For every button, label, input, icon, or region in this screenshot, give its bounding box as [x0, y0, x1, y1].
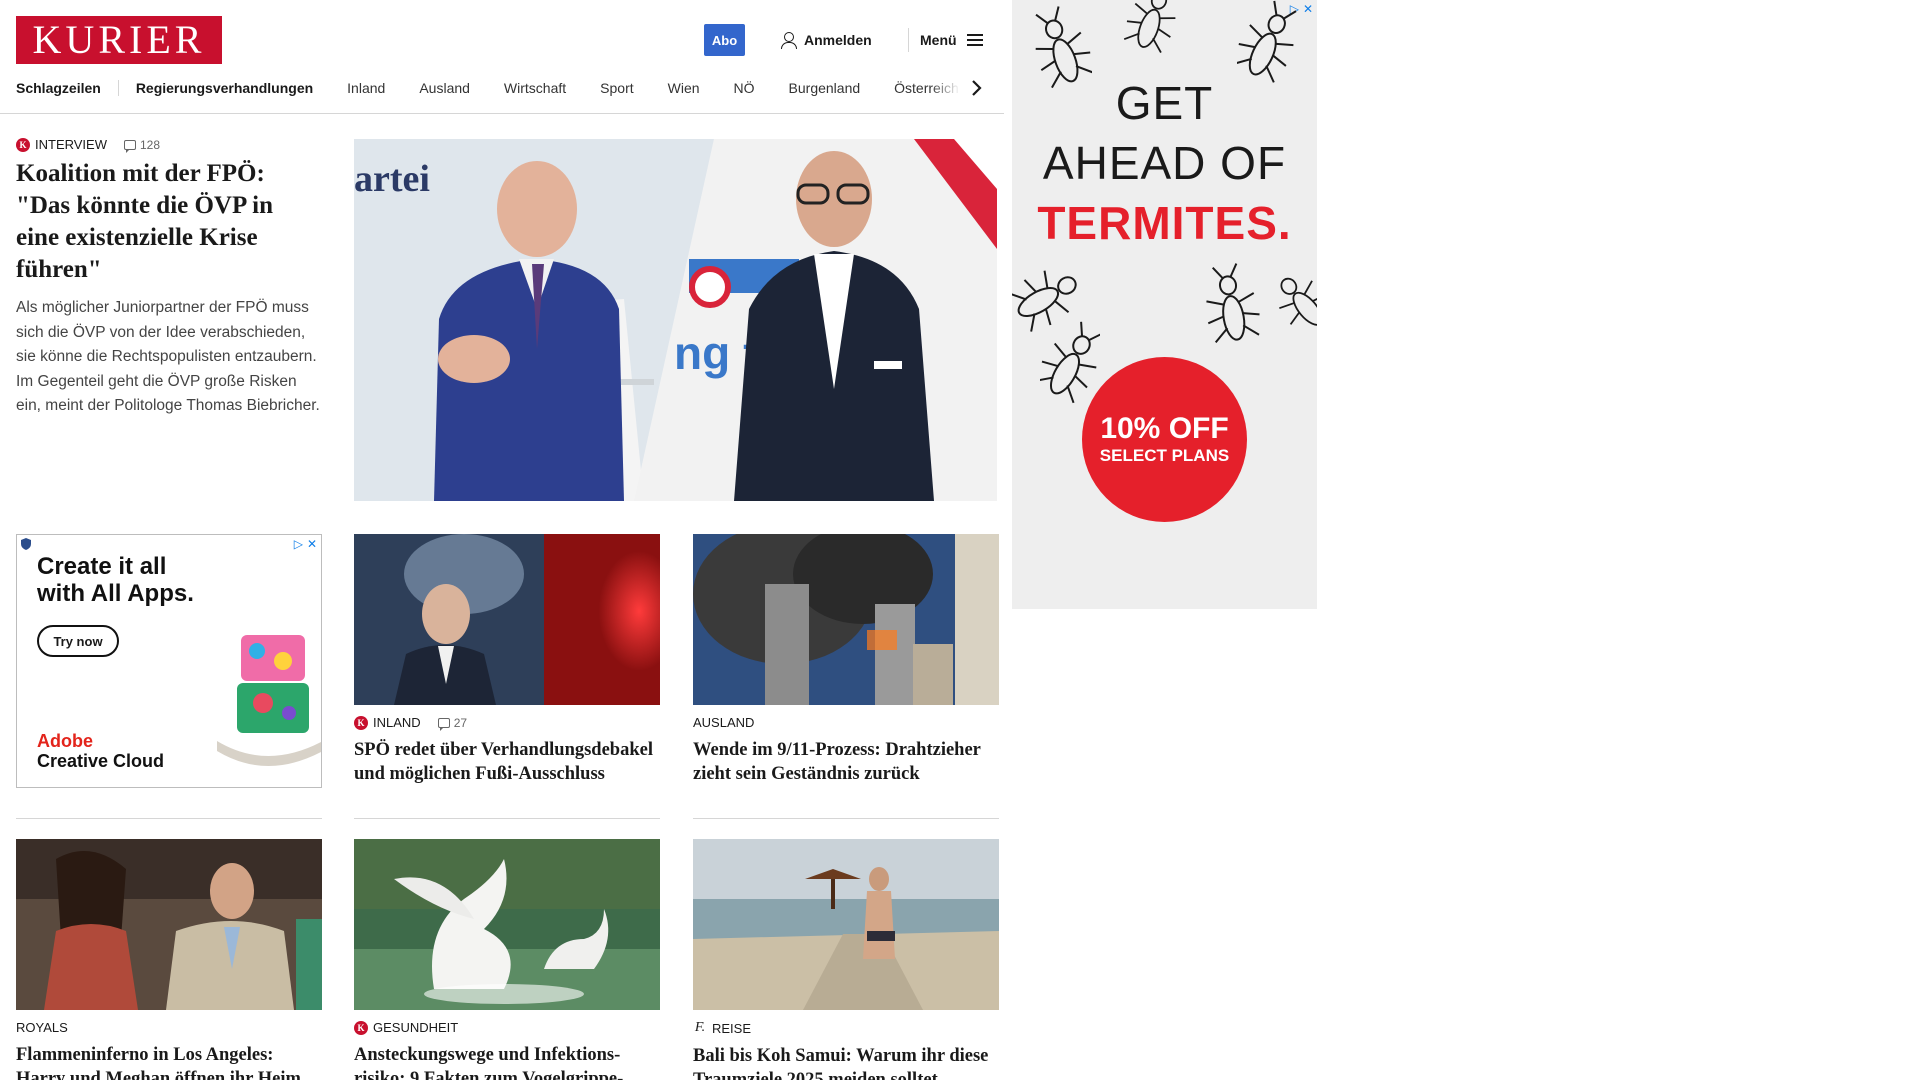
article-meta: ROYALS — [16, 1020, 322, 1035]
adobe-brand-1: Adobe — [37, 731, 93, 751]
termite-line-3: TERMITES. — [1037, 197, 1292, 249]
kurier-plus-icon: K — [354, 1020, 368, 1035]
article-image[interactable] — [16, 839, 322, 1010]
adchoices-icon[interactable]: ▷ — [294, 537, 303, 551]
abo-button[interactable]: Abo — [704, 24, 745, 56]
lead-article[interactable]: K INTERVIEW 128 Koalition mit der FPÖ: "… — [16, 137, 322, 419]
lead-comments[interactable]: 128 — [124, 137, 161, 153]
divider — [693, 818, 999, 819]
divider — [354, 818, 660, 819]
article-image[interactable] — [693, 839, 999, 1010]
article-headline[interactable]: Bali bis Koh Samui: Warum ihr diese Trau… — [693, 1044, 999, 1080]
article-image[interactable] — [354, 534, 660, 705]
login-button[interactable]: Anmelden — [780, 24, 872, 56]
login-label: Anmelden — [804, 32, 872, 48]
article-card-spoe[interactable]: K INLAND 27 SPÖ redet über Verhandlungsd… — [354, 534, 660, 786]
article-headline[interactable]: Flammeninferno in Los Angeles: Harry und… — [16, 1043, 322, 1080]
adobe-ad[interactable]: ▷ ✕ Create it all with All Apps. Try now… — [16, 534, 322, 788]
termite-icon — [1123, 0, 1176, 54]
article-section: AUSLAND — [693, 715, 755, 730]
discount-plans: SELECT PLANS — [1099, 445, 1230, 465]
hamburger-icon — [966, 34, 983, 46]
menu-label: Menü — [920, 32, 957, 48]
shield-icon — [21, 538, 31, 550]
lead-comment-count: 128 — [140, 137, 161, 152]
freizeit-icon: f. — [694, 1020, 706, 1035]
termite-icon — [1206, 263, 1260, 343]
adobe-brand-2: Creative Cloud — [37, 751, 165, 771]
kurier-plus-icon: K — [16, 137, 30, 152]
adobe-headline-2: with All Apps. — [37, 580, 194, 607]
article-headline[interactable]: Ansteckungswege und Infektions­risiko: 9… — [354, 1043, 660, 1080]
article-section: GESUNDHEIT — [373, 1020, 459, 1035]
article-card-royals[interactable]: ROYALS Flammeninferno in Los Angeles: Ha… — [16, 839, 322, 1080]
nav-item-wien[interactable]: Wien — [668, 80, 734, 96]
discount-offer: 10% OFF — [1100, 411, 1229, 445]
teacup-illustration — [217, 635, 321, 766]
menu-button[interactable]: Menü — [920, 24, 983, 56]
kurier-plus-icon: K — [354, 715, 368, 730]
termite-line-2: AHEAD OF — [1042, 137, 1287, 189]
nav-item-schlagzeilen[interactable]: Schlagzeilen — [16, 80, 119, 96]
user-icon — [780, 32, 797, 49]
discount-badge[interactable]: 10% OFF SELECT PLANS — [1082, 357, 1247, 522]
article-image[interactable] — [354, 839, 660, 1010]
termite-ad[interactable]: ▷ ✕ GET AHEAD OF TERMITES. 10% OFF SELEC… — [1012, 0, 1317, 609]
nav-item-inland[interactable]: Inland — [347, 80, 419, 96]
kurier-logo[interactable]: KURIER — [16, 16, 222, 64]
article-meta: K GESUNDHEIT — [354, 1020, 660, 1035]
article-headline[interactable]: Wende im 9/11-Prozess: Drahtzie­her zieh… — [693, 738, 999, 786]
lead-image[interactable]: artei ng fü — [354, 139, 997, 501]
try-now-button[interactable]: Try now — [37, 625, 119, 657]
nav-item-ausland[interactable]: Ausland — [419, 80, 504, 96]
nav-item-sport[interactable]: Sport — [600, 80, 667, 96]
article-section: REISE — [712, 1020, 752, 1036]
lead-headline[interactable]: Koalition mit der FPÖ: "Das könnte die Ö… — [16, 158, 322, 286]
article-card-911[interactable]: AUSLAND Wende im 9/11-Prozess: Drahtzie­… — [693, 534, 999, 786]
termite-line-1: GET — [1115, 77, 1214, 129]
article-section: INLAND — [373, 715, 421, 730]
article-section: ROYALS — [16, 1020, 68, 1035]
logo-text: KURIER — [32, 17, 206, 62]
close-icon[interactable]: ✕ — [1303, 2, 1313, 16]
nav-item-noe[interactable]: NÖ — [734, 80, 789, 96]
lead-teaser: Als möglicher Juniorpartner der FPÖ muss… — [16, 299, 320, 414]
article-meta: f. REISE — [693, 1020, 999, 1036]
article-image[interactable] — [693, 534, 999, 705]
article-meta: K INLAND 27 — [354, 715, 660, 731]
article-card-vogelgrippe[interactable]: K GESUNDHEIT Ansteckungswege und Infekti… — [354, 839, 660, 1080]
divider — [16, 818, 322, 819]
nav-item-regierungsverhandlungen[interactable]: Regierungsverhandlungen — [136, 80, 347, 96]
adobe-headline-1: Create it all — [37, 553, 167, 580]
comment-icon — [437, 717, 450, 731]
article-card-reise[interactable]: f. REISE Bali bis Koh Samui: Warum ihr d… — [693, 839, 999, 1080]
lead-meta: K INTERVIEW 128 — [16, 137, 322, 153]
termite-icon — [1279, 277, 1317, 326]
comment-icon — [124, 139, 136, 153]
close-icon[interactable]: ✕ — [307, 537, 317, 551]
lead-section: INTERVIEW — [35, 137, 107, 152]
article-comments[interactable]: 27 — [437, 715, 468, 731]
nav-item-wirtschaft[interactable]: Wirtschaft — [504, 80, 600, 96]
article-comment-count: 27 — [453, 715, 468, 730]
lead-image-text-left: artei — [354, 158, 430, 200]
header-divider — [908, 28, 909, 52]
adobe-headline: Create it all with All Apps. — [37, 553, 194, 607]
chevron-right-icon[interactable] — [970, 78, 982, 98]
category-nav: Schlagzeilen Regierungsverhandlungen Inl… — [16, 72, 980, 104]
nav-item-burgenland[interactable]: Burgenland — [789, 80, 895, 96]
article-headline[interactable]: SPÖ redet über Verhandlungsdeba­kel und … — [354, 738, 660, 786]
ad-choices[interactable]: ▷ ✕ — [294, 537, 317, 551]
article-meta: AUSLAND — [693, 715, 999, 730]
